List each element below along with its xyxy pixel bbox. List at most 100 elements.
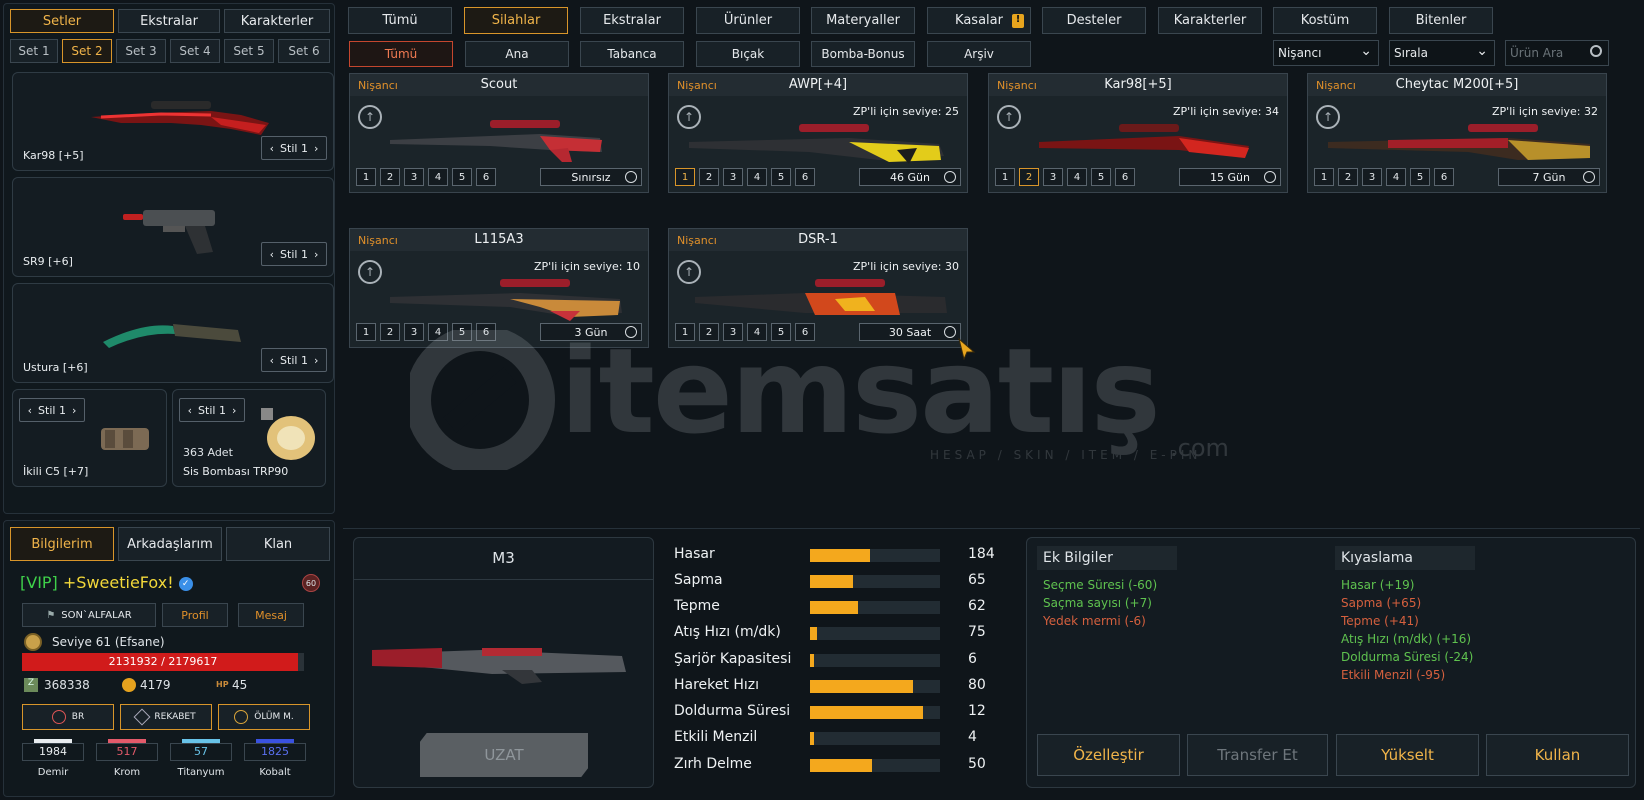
tab-tumu[interactable]: Tümü [348, 7, 452, 34]
tab-kasalar[interactable]: Kasalar ! [927, 7, 1031, 34]
message-button[interactable]: Mesaj [238, 603, 304, 627]
tab-arkadaslarim[interactable]: Arkadaşlarım [118, 527, 222, 561]
level-1[interactable]: 1 [675, 168, 695, 186]
level-3[interactable]: 3 [723, 168, 743, 186]
level-2[interactable]: 2 [1019, 168, 1039, 186]
set-tab-3[interactable]: Set 3 [116, 39, 166, 63]
set-tab-2[interactable]: Set 2 [62, 39, 112, 63]
search-icon[interactable] [1590, 45, 1602, 57]
tab-bitenler[interactable]: Bitenler [1389, 7, 1493, 34]
chevron-right-icon[interactable]: › [232, 404, 236, 417]
primary-weapon-slot[interactable]: Kar98 [+5] ‹ Stil 1 › [12, 72, 334, 171]
level-5[interactable]: 5 [1410, 168, 1430, 186]
level-4[interactable]: 4 [747, 323, 767, 341]
mode-br-button[interactable]: BR [22, 704, 114, 730]
subtab-bomba-bonus[interactable]: Bomba-Bonus [811, 41, 915, 67]
chevron-left-icon[interactable]: ‹ [270, 354, 274, 367]
chevron-left-icon[interactable]: ‹ [270, 142, 274, 155]
tab-kostum[interactable]: Kostüm [1273, 7, 1377, 34]
set-tab-1[interactable]: Set 1 [10, 39, 58, 63]
tab-ekstralar[interactable]: Ekstralar [580, 7, 684, 34]
search-input[interactable]: Ürün Ara [1510, 46, 1563, 60]
level-6[interactable]: 6 [476, 323, 496, 341]
level-2[interactable]: 2 [380, 323, 400, 341]
level-1[interactable]: 1 [356, 323, 376, 341]
level-5[interactable]: 5 [452, 323, 472, 341]
melee-style-selector[interactable]: ‹ Stil 1 › [261, 348, 327, 372]
grenade-style-selector[interactable]: ‹ Stil 1 › [179, 398, 245, 422]
chevron-left-icon[interactable]: ‹ [270, 248, 274, 261]
sort-dropdown[interactable]: Sırala ⌄ [1389, 40, 1495, 66]
level-4[interactable]: 4 [1386, 168, 1406, 186]
tab-bilgilerim[interactable]: Bilgilerim [10, 527, 114, 561]
level-5[interactable]: 5 [1091, 168, 1111, 186]
melee-weapon-slot[interactable]: Ustura [+6] ‹ Stil 1 › [12, 283, 334, 383]
item-card[interactable]: Nişancı DSR-1 ↑ ZP'li için seviye: 30 1 … [668, 228, 968, 348]
subtab-tumu[interactable]: Tümü [349, 41, 453, 67]
level-2[interactable]: 2 [699, 323, 719, 341]
subtab-arsiv[interactable]: Arşiv [927, 41, 1031, 67]
mode-olum-button[interactable]: ÖLÜM M. [218, 704, 310, 730]
level-1[interactable]: 1 [356, 168, 376, 186]
bomb-style-selector[interactable]: ‹ Stil 1 › [19, 398, 85, 422]
level-4[interactable]: 4 [428, 323, 448, 341]
secondary-style-selector[interactable]: ‹ Stil 1 › [261, 242, 327, 266]
item-card[interactable]: Nişancı Kar98[+5] ↑ ZP'li için seviye: 3… [988, 73, 1288, 193]
chevron-right-icon[interactable]: › [72, 404, 76, 417]
level-1[interactable]: 1 [995, 168, 1015, 186]
grenade-slot[interactable]: ‹ Stil 1 › 363 Adet Sis Bombası TRP90 [172, 389, 326, 487]
level-4[interactable]: 4 [1067, 168, 1087, 186]
profile-button[interactable]: Profil [162, 603, 228, 627]
tab-setler[interactable]: Setler [10, 9, 114, 33]
upgrade-arrow-icon[interactable]: ↑ [997, 105, 1021, 129]
level-3[interactable]: 3 [404, 168, 424, 186]
item-card[interactable]: Nişancı Scout ↑ 1 2 3 4 5 6 Sınırsız [349, 73, 649, 193]
level-2[interactable]: 2 [699, 168, 719, 186]
mode-rekabet-button[interactable]: REKABET [120, 704, 212, 730]
set-tab-4[interactable]: Set 4 [170, 39, 220, 63]
customize-button[interactable]: Özelleştir [1037, 734, 1180, 776]
tab-silahlar[interactable]: Silahlar [464, 7, 568, 34]
level-3[interactable]: 3 [1043, 168, 1063, 186]
item-card[interactable]: Nişancı L115A3 ↑ ZP'li için seviye: 10 1… [349, 228, 649, 348]
level-6[interactable]: 6 [1434, 168, 1454, 186]
level-6[interactable]: 6 [476, 168, 496, 186]
upgrade-arrow-icon[interactable]: ↑ [358, 105, 382, 129]
level-6[interactable]: 6 [795, 323, 815, 341]
transfer-button[interactable]: Transfer Et [1187, 734, 1328, 776]
set-tab-6[interactable]: Set 6 [278, 39, 330, 63]
level-2[interactable]: 2 [1338, 168, 1358, 186]
chevron-left-icon[interactable]: ‹ [188, 404, 192, 417]
chevron-right-icon[interactable]: › [314, 142, 318, 155]
subtab-bicak[interactable]: Bıçak [696, 41, 800, 67]
item-card[interactable]: Nişancı AWP[+4] ↑ ZP'li için seviye: 25 … [668, 73, 968, 193]
tab-materyaller[interactable]: Materyaller [811, 7, 915, 34]
tab-karakterler-left[interactable]: Karakterler [224, 9, 330, 33]
subtab-ana[interactable]: Ana [465, 41, 569, 67]
level-3[interactable]: 3 [723, 323, 743, 341]
secondary-weapon-slot[interactable]: SR9 [+6] ‹ Stil 1 › [12, 177, 334, 277]
level-1[interactable]: 1 [1314, 168, 1334, 186]
level-3[interactable]: 3 [1362, 168, 1382, 186]
level-5[interactable]: 5 [771, 168, 791, 186]
level-6[interactable]: 6 [795, 168, 815, 186]
bomb-slot[interactable]: ‹ Stil 1 › İkili C5 [+7] [12, 389, 167, 487]
level-5[interactable]: 5 [452, 168, 472, 186]
use-button[interactable]: Kullan [1486, 734, 1629, 776]
level-4[interactable]: 4 [428, 168, 448, 186]
class-filter-dropdown[interactable]: Nişancı ⌄ [1273, 40, 1379, 66]
search-box[interactable]: Ürün Ara [1505, 40, 1609, 66]
set-tab-5[interactable]: Set 5 [224, 39, 274, 63]
upgrade-button[interactable]: Yükselt [1336, 734, 1479, 776]
clan-button[interactable]: ⚑ SON`ALFALAR [22, 603, 156, 627]
level-4[interactable]: 4 [747, 168, 767, 186]
chevron-left-icon[interactable]: ‹ [28, 404, 32, 417]
chevron-right-icon[interactable]: › [314, 248, 318, 261]
level-1[interactable]: 1 [675, 323, 695, 341]
level-2[interactable]: 2 [380, 168, 400, 186]
level-6[interactable]: 6 [1115, 168, 1135, 186]
level-3[interactable]: 3 [404, 323, 424, 341]
subtab-tabanca[interactable]: Tabanca [580, 41, 684, 67]
chevron-right-icon[interactable]: › [314, 354, 318, 367]
tab-karakterler[interactable]: Karakterler [1158, 7, 1262, 34]
